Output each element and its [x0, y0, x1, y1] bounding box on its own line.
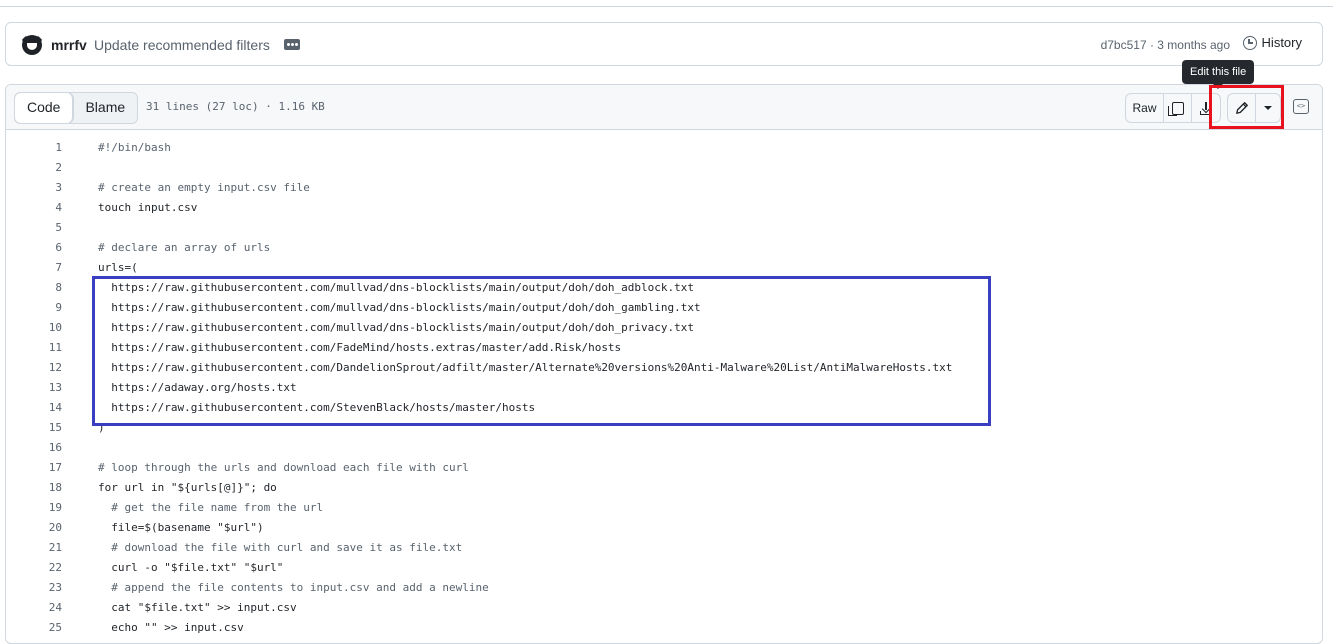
edit-tooltip: Edit this file [1182, 60, 1255, 89]
line-text: # get the file name from the url [98, 501, 324, 514]
line-text: # append the file contents to input.csv … [98, 581, 489, 594]
line-number[interactable]: 3 [0, 178, 62, 198]
line-number[interactable]: 20 [0, 518, 62, 538]
line-text: file=$(basename "$url") [98, 521, 264, 534]
line-number[interactable]: 23 [0, 578, 62, 598]
commit-sha-time[interactable]: d7bc517 · 3 months ago [1101, 38, 1230, 52]
line-number[interactable]: 17 [0, 458, 62, 478]
line-number[interactable]: 18 [0, 478, 62, 498]
line-number[interactable]: 10 [0, 318, 62, 338]
highlight-edit-annotation [1209, 85, 1284, 129]
line-number[interactable]: 4 [0, 198, 62, 218]
line-number[interactable]: 2 [0, 158, 62, 178]
line-number[interactable]: 16 [0, 438, 62, 458]
line-number[interactable]: 7 [0, 258, 62, 278]
line-text: # loop through the urls and download eac… [98, 461, 469, 474]
file-stats: 31 lines (27 loc) · 1.16 KB [146, 100, 325, 113]
history-label: History [1261, 35, 1302, 50]
line-number[interactable]: 9 [0, 298, 62, 318]
line-text: echo "" >> input.csv [98, 621, 244, 634]
author-avatar[interactable] [22, 35, 42, 55]
view-toggle: Code Blame [14, 92, 139, 124]
line-text: urls=( [98, 261, 138, 274]
line-number[interactable]: 19 [0, 498, 62, 518]
line-number[interactable]: 1 [0, 138, 62, 158]
line-number[interactable]: 14 [0, 398, 62, 418]
line-text: curl -o "$file.txt" "$url" [98, 561, 284, 574]
latest-commit-bar: mrrfv Update recommended filters d7bc517… [5, 22, 1323, 66]
top-divider [0, 6, 1333, 7]
line-number[interactable]: 11 [0, 338, 62, 358]
line-number[interactable]: 25 [0, 618, 62, 638]
line-number[interactable]: 24 [0, 598, 62, 618]
line-number[interactable]: 12 [0, 358, 62, 378]
raw-actions: Raw [1125, 93, 1221, 123]
line-text: #!/bin/bash [98, 141, 171, 154]
line-text: # declare an array of urls [98, 241, 271, 254]
commit-author[interactable]: mrrfv [51, 37, 87, 53]
copy-icon [1167, 101, 1184, 116]
tab-blame[interactable]: Blame [73, 93, 137, 123]
line-text: # create an empty input.csv file [98, 181, 310, 194]
line-number[interactable]: 21 [0, 538, 62, 558]
highlight-urls-annotation [92, 276, 991, 426]
history-icon [1242, 35, 1257, 50]
line-text: cat "$file.txt" >> input.csv [98, 601, 297, 614]
line-number[interactable]: 13 [0, 378, 62, 398]
line-number[interactable]: 15 [0, 418, 62, 438]
line-text: for url in "${urls[@]}"; do [98, 481, 277, 494]
line-text: # download the file with curl and save i… [98, 541, 463, 554]
commit-message[interactable]: Update recommended filters [94, 37, 270, 53]
line-number[interactable]: 6 [0, 238, 62, 258]
raw-button[interactable]: Raw [1126, 94, 1164, 122]
line-number[interactable]: 22 [0, 558, 62, 578]
history-button[interactable]: History [1242, 35, 1302, 50]
line-number[interactable]: 8 [0, 278, 62, 298]
tab-code[interactable]: Code [15, 93, 74, 123]
copy-raw-button[interactable] [1164, 94, 1192, 122]
ellipsis-icon[interactable] [284, 39, 300, 50]
symbols-panel-icon[interactable]: <> [1293, 99, 1309, 114]
line-text: touch input.csv [98, 201, 198, 214]
line-number[interactable]: 5 [0, 218, 62, 238]
file-header: Code Blame 31 lines (27 loc) · 1.16 KB R… [6, 85, 1322, 130]
